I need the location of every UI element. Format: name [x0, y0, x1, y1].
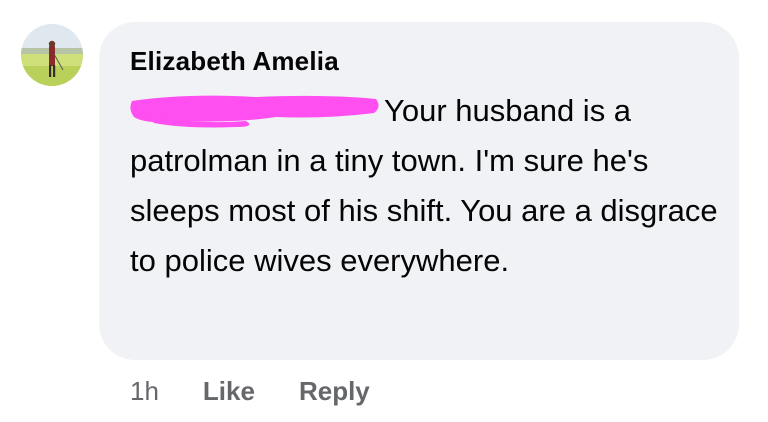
comment-bubble: Elizabeth Amelia Your husband is a patro… — [99, 22, 739, 360]
comment-body: Your husband is a patrolman in a tiny to… — [130, 86, 720, 286]
avatar[interactable] — [21, 24, 83, 86]
comment-timestamp[interactable]: 1h — [130, 376, 159, 407]
like-button[interactable]: Like — [203, 376, 255, 407]
comment-author[interactable]: Elizabeth Amelia — [130, 44, 339, 78]
comment-thread: Elizabeth Amelia Your husband is a patro… — [0, 0, 768, 422]
redaction-mark — [130, 95, 379, 128]
comment-actions: 1h Like Reply — [130, 371, 414, 411]
avatar-image — [21, 24, 83, 86]
reply-button[interactable]: Reply — [299, 376, 370, 407]
